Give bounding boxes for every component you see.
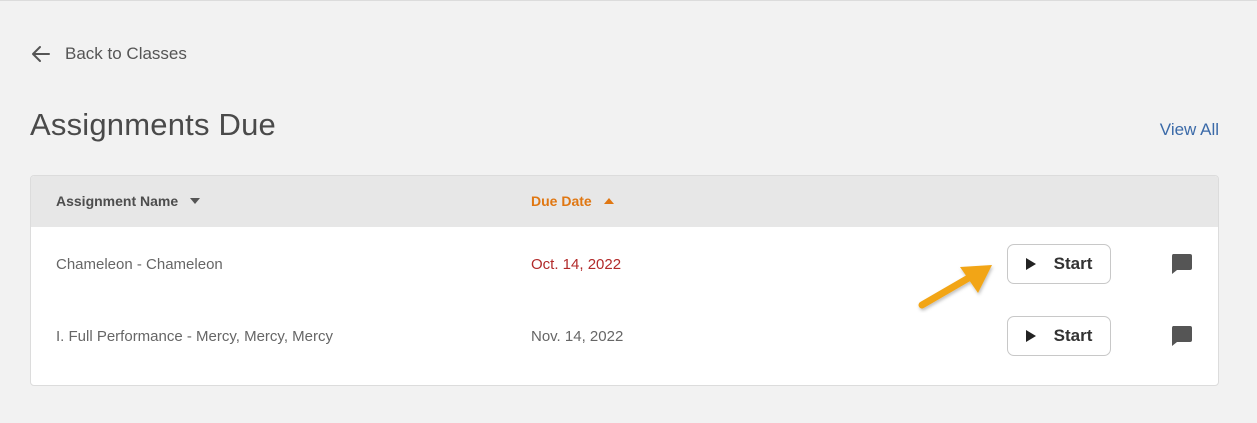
table-row: I. Full Performance - Mercy, Mercy, Merc… bbox=[31, 300, 1218, 372]
back-link-label: Back to Classes bbox=[65, 44, 187, 63]
arrow-left-icon bbox=[32, 46, 50, 62]
start-button[interactable]: Start bbox=[1007, 316, 1111, 356]
table-row: Chameleon - Chameleon Oct. 14, 2022 Star… bbox=[31, 228, 1218, 300]
back-to-classes-link[interactable]: Back to Classes bbox=[31, 44, 187, 64]
caret-up-icon bbox=[603, 198, 614, 204]
assignment-name: I. Full Performance - Mercy, Mercy, Merc… bbox=[56, 328, 333, 345]
column-label-assignment-name: Assignment Name bbox=[56, 193, 179, 209]
start-button[interactable]: Start bbox=[1007, 244, 1111, 284]
assignments-table: Assignment Name Due Date Chameleon - Cha… bbox=[30, 175, 1219, 386]
play-icon bbox=[1025, 330, 1036, 342]
due-date: Nov. 14, 2022 bbox=[531, 328, 624, 345]
column-label-due-date: Due Date bbox=[531, 193, 592, 209]
view-all-link[interactable]: View All bbox=[1160, 120, 1219, 140]
comment-icon[interactable] bbox=[1170, 325, 1193, 347]
assignment-name: Chameleon - Chameleon bbox=[56, 256, 223, 273]
caret-down-icon bbox=[190, 198, 201, 204]
play-icon bbox=[1025, 258, 1036, 270]
start-button-label: Start bbox=[1053, 254, 1093, 273]
start-button-label: Start bbox=[1053, 326, 1093, 345]
comment-icon[interactable] bbox=[1170, 253, 1193, 275]
column-header-due-date[interactable]: Due Date bbox=[531, 193, 614, 209]
column-header-assignment-name[interactable]: Assignment Name bbox=[56, 193, 201, 209]
due-date: Oct. 14, 2022 bbox=[531, 256, 622, 273]
table-header: Assignment Name Due Date bbox=[31, 176, 1218, 227]
page-title: Assignments Due bbox=[30, 107, 276, 142]
